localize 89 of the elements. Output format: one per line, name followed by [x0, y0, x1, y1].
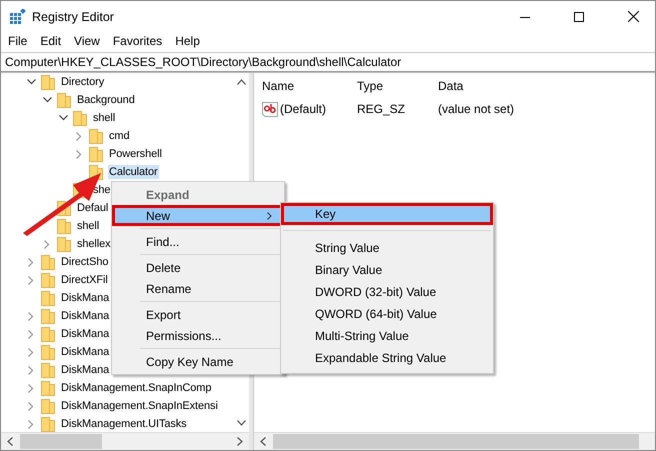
tree-item[interactable]: DiskMana	[60, 309, 110, 323]
menu-item[interactable]: Find...	[112, 231, 284, 252]
tree-item[interactable]: Background	[76, 93, 136, 107]
scroll-down-icon[interactable]	[236, 420, 246, 426]
folder-icon	[73, 110, 87, 126]
folder-icon	[57, 218, 71, 234]
column-header[interactable]: Name	[262, 79, 357, 93]
folder-icon	[41, 362, 55, 378]
menu-item[interactable]: Binary Value	[281, 259, 493, 281]
folder-icon	[41, 326, 55, 342]
tree-item[interactable]: Powershell	[108, 147, 163, 161]
collapse-chevron-icon[interactable]	[26, 79, 36, 85]
tree-item[interactable]: Defaul	[76, 201, 110, 215]
menu-item[interactable]: Expandable String Value	[281, 347, 493, 369]
menu-item[interactable]: Edit	[40, 34, 62, 48]
folder-icon	[57, 92, 71, 108]
expand-chevron-icon[interactable]	[28, 348, 34, 356]
menu-item[interactable]: DWORD (32-bit) Value	[281, 281, 493, 303]
scroll-left-icon[interactable]	[7, 437, 13, 446]
folder-icon	[41, 272, 55, 288]
tree-item[interactable]: DiskManagement.SnapInComp	[60, 381, 212, 395]
tree-item[interactable]: DiskMana	[60, 345, 110, 359]
tree-item[interactable]: DiskManagement.UITasks	[60, 417, 188, 431]
tree-item[interactable]: DiskMana	[60, 291, 110, 305]
close-icon[interactable]	[628, 11, 639, 22]
table-cell-text: REG_SZ	[357, 102, 406, 116]
expand-chevron-icon[interactable]	[28, 420, 34, 428]
menu-item[interactable]: String Value	[281, 237, 493, 259]
expand-chevron-icon[interactable]	[28, 384, 34, 392]
expand-chevron-icon[interactable]	[44, 240, 50, 248]
tree-item[interactable]: shellex	[76, 237, 112, 251]
registry-icon	[10, 8, 26, 24]
folder-icon	[89, 128, 103, 144]
tree-item[interactable]: DirectSho	[60, 255, 110, 269]
expand-chevron-icon[interactable]	[28, 312, 34, 320]
menu-item[interactable]: View	[74, 34, 100, 48]
tree-item[interactable]: she	[92, 183, 112, 197]
menu-item[interactable]: Rename	[112, 278, 284, 299]
scroll-left-icon[interactable]	[260, 437, 266, 446]
expand-chevron-icon[interactable]	[28, 402, 34, 410]
folder-icon	[41, 344, 55, 360]
tree-item[interactable]: DiskMana	[60, 327, 110, 341]
table-cell: (Default)	[280, 102, 326, 116]
folder-icon	[89, 146, 103, 162]
folder-icon	[41, 308, 55, 324]
expand-chevron-icon[interactable]	[76, 132, 82, 140]
menu-item[interactable]: QWORD (64-bit) Value	[281, 303, 493, 325]
folder-icon	[41, 398, 55, 414]
tree-item[interactable]: DiskManagement.SnapInExtensi	[60, 399, 219, 413]
menu-item[interactable]: Multi-String Value	[281, 325, 493, 347]
folder-icon	[41, 416, 55, 432]
menu-item[interactable]: Permissions...	[112, 325, 284, 346]
tree-item[interactable]: Directory	[60, 75, 106, 89]
table-cell-text: (value not set)	[438, 102, 516, 116]
folder-icon	[41, 290, 55, 306]
tree-item[interactable]: DiskMana	[60, 363, 110, 377]
menu-item[interactable]: Favorites	[112, 34, 162, 48]
expand-chevron-icon[interactable]	[28, 330, 34, 338]
tree-item[interactable]: DirectXFil	[60, 273, 109, 287]
scroll-up-icon[interactable]	[236, 79, 246, 85]
expand-chevron-icon[interactable]	[28, 276, 34, 284]
menu-item[interactable]: Export	[112, 304, 284, 325]
collapse-chevron-icon[interactable]	[58, 115, 68, 121]
expand-chevron-icon[interactable]	[76, 150, 82, 158]
tree-item[interactable]: Calculator	[108, 165, 159, 179]
scrollbar-thumb[interactable]	[20, 434, 102, 449]
maximize-icon[interactable]	[574, 12, 584, 22]
menu-item[interactable]: Key	[281, 203, 493, 225]
folder-icon	[41, 380, 55, 396]
scroll-right-icon[interactable]	[237, 437, 243, 446]
tree-item[interactable]: cmd	[108, 129, 130, 143]
column-header[interactable]: Type	[357, 79, 438, 93]
folder-icon	[41, 74, 55, 90]
expand-chevron-icon[interactable]	[28, 258, 34, 266]
menu-item[interactable]: File	[8, 34, 28, 48]
tree-item[interactable]: shell	[92, 111, 116, 125]
address-field[interactable]: Computer\HKEY_CLASSES_ROOT\Directory\Background\shell\Calculator	[1, 52, 655, 72]
string-value-icon	[262, 102, 278, 116]
collapse-chevron-icon[interactable]	[42, 97, 52, 103]
folder-icon	[57, 236, 71, 252]
scrollbar-thumb[interactable]	[273, 434, 639, 449]
menu-item[interactable]: Copy Key Name	[112, 351, 284, 372]
tree-item[interactable]: shell	[76, 219, 100, 233]
folder-icon	[41, 254, 55, 270]
menu-item[interactable]: Delete	[112, 257, 284, 278]
menu-item[interactable]: Help	[175, 34, 200, 48]
window-title: Registry Editor	[32, 10, 114, 24]
expand-chevron-icon[interactable]	[28, 366, 34, 374]
column-header[interactable]: Data	[438, 79, 558, 93]
